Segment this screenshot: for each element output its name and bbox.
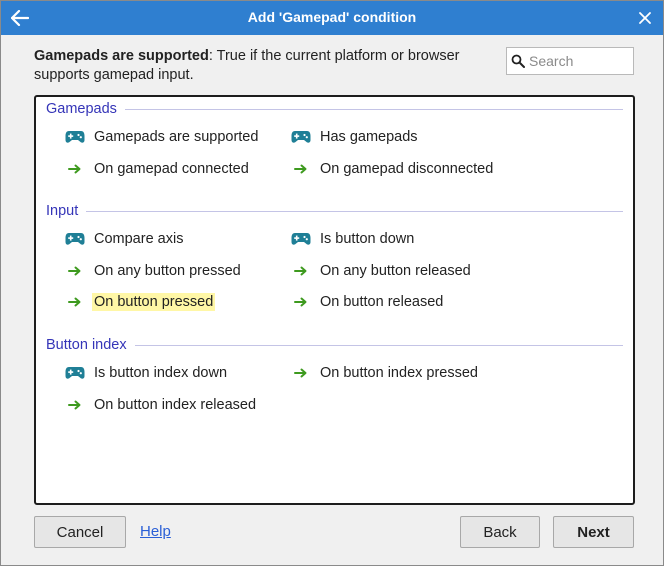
dialog-window: Add 'Gamepad' condition Gamepads are sup… (0, 0, 664, 566)
list-item-gamepads-are-supported[interactable]: Gamepads are supported (64, 125, 260, 149)
gamepad-icon (64, 229, 86, 249)
item-label: On any button released (320, 263, 471, 279)
list-item-is-button-index-down[interactable]: Is button index down (64, 361, 229, 385)
list-item-on-button-released[interactable]: On button released (290, 290, 445, 314)
item-label: On button index released (94, 397, 257, 413)
group-header: Button index (46, 335, 623, 355)
search-icon (507, 48, 529, 74)
group-divider (124, 108, 623, 110)
close-icon[interactable] (635, 8, 655, 28)
group-title: Input (46, 203, 87, 219)
item-label: Compare axis (94, 231, 184, 247)
group-input: Input (46, 201, 623, 221)
item-label: Is button index down (94, 365, 228, 381)
group-header: Gamepads (46, 99, 623, 119)
arrow-right-icon (64, 395, 86, 415)
arrow-right-icon (290, 261, 312, 281)
arrow-right-icon (290, 363, 312, 383)
arrow-right-icon (290, 159, 312, 179)
next-button[interactable]: Next (553, 516, 634, 548)
dialog-title: Add 'Gamepad' condition (247, 9, 417, 25)
title-bar: Add 'Gamepad' condition (1, 1, 663, 35)
group-gamepads: Gamepads (46, 99, 623, 119)
gamepad-icon (290, 229, 312, 249)
arrow-right-icon (64, 159, 86, 179)
group-header: Input (46, 201, 623, 221)
item-label: Is button down (320, 231, 415, 247)
list-item-on-gamepad-connected[interactable]: On gamepad connected (64, 157, 251, 181)
group-title: Button index (46, 337, 135, 353)
list-item-on-any-button-pressed[interactable]: On any button pressed (64, 259, 243, 283)
group-divider (134, 344, 623, 346)
item-label: On gamepad disconnected (320, 161, 494, 177)
condition-description: Gamepads are supported: True if the curr… (34, 47, 494, 85)
item-label: Gamepads are supported (94, 129, 259, 145)
back-button[interactable]: Back (460, 516, 540, 548)
list-item-has-gamepads[interactable]: Has gamepads (290, 125, 420, 149)
gamepad-icon (290, 127, 312, 147)
list-item-on-button-index-pressed[interactable]: On button index pressed (290, 361, 480, 385)
gamepad-icon (64, 363, 86, 383)
help-link[interactable]: Help (140, 523, 171, 540)
group-title: Gamepads (46, 101, 125, 117)
list-item-on-gamepad-disconnected[interactable]: On gamepad disconnected (290, 157, 495, 181)
list-item-compare-axis[interactable]: Compare axis (64, 227, 185, 251)
item-label: On button index pressed (320, 365, 478, 381)
gamepad-icon (64, 127, 86, 147)
arrow-right-icon (64, 261, 86, 281)
cancel-button[interactable]: Cancel (34, 516, 126, 548)
description-title: Gamepads are supported (34, 48, 209, 64)
item-label: On gamepad connected (94, 161, 249, 177)
item-label: Has gamepads (320, 129, 418, 145)
search-input[interactable] (529, 49, 629, 73)
group-divider (86, 210, 623, 212)
list-item-on-any-button-released[interactable]: On any button released (290, 259, 473, 283)
item-label-highlighted: On button pressed (92, 293, 216, 311)
item-label: On any button pressed (94, 263, 241, 279)
group-button-index: Button index (46, 335, 623, 355)
arrow-right-icon (64, 292, 86, 312)
list-item-on-button-pressed[interactable]: On button pressed (64, 290, 216, 314)
arrow-right-icon (290, 292, 312, 312)
item-label: On button released (320, 294, 444, 310)
condition-list[interactable]: Gamepads Gamepads are supported Has game… (34, 95, 635, 505)
list-item-is-button-down[interactable]: Is button down (290, 227, 416, 251)
search-box[interactable] (506, 47, 634, 75)
list-item-on-button-index-released[interactable]: On button index released (64, 393, 258, 417)
